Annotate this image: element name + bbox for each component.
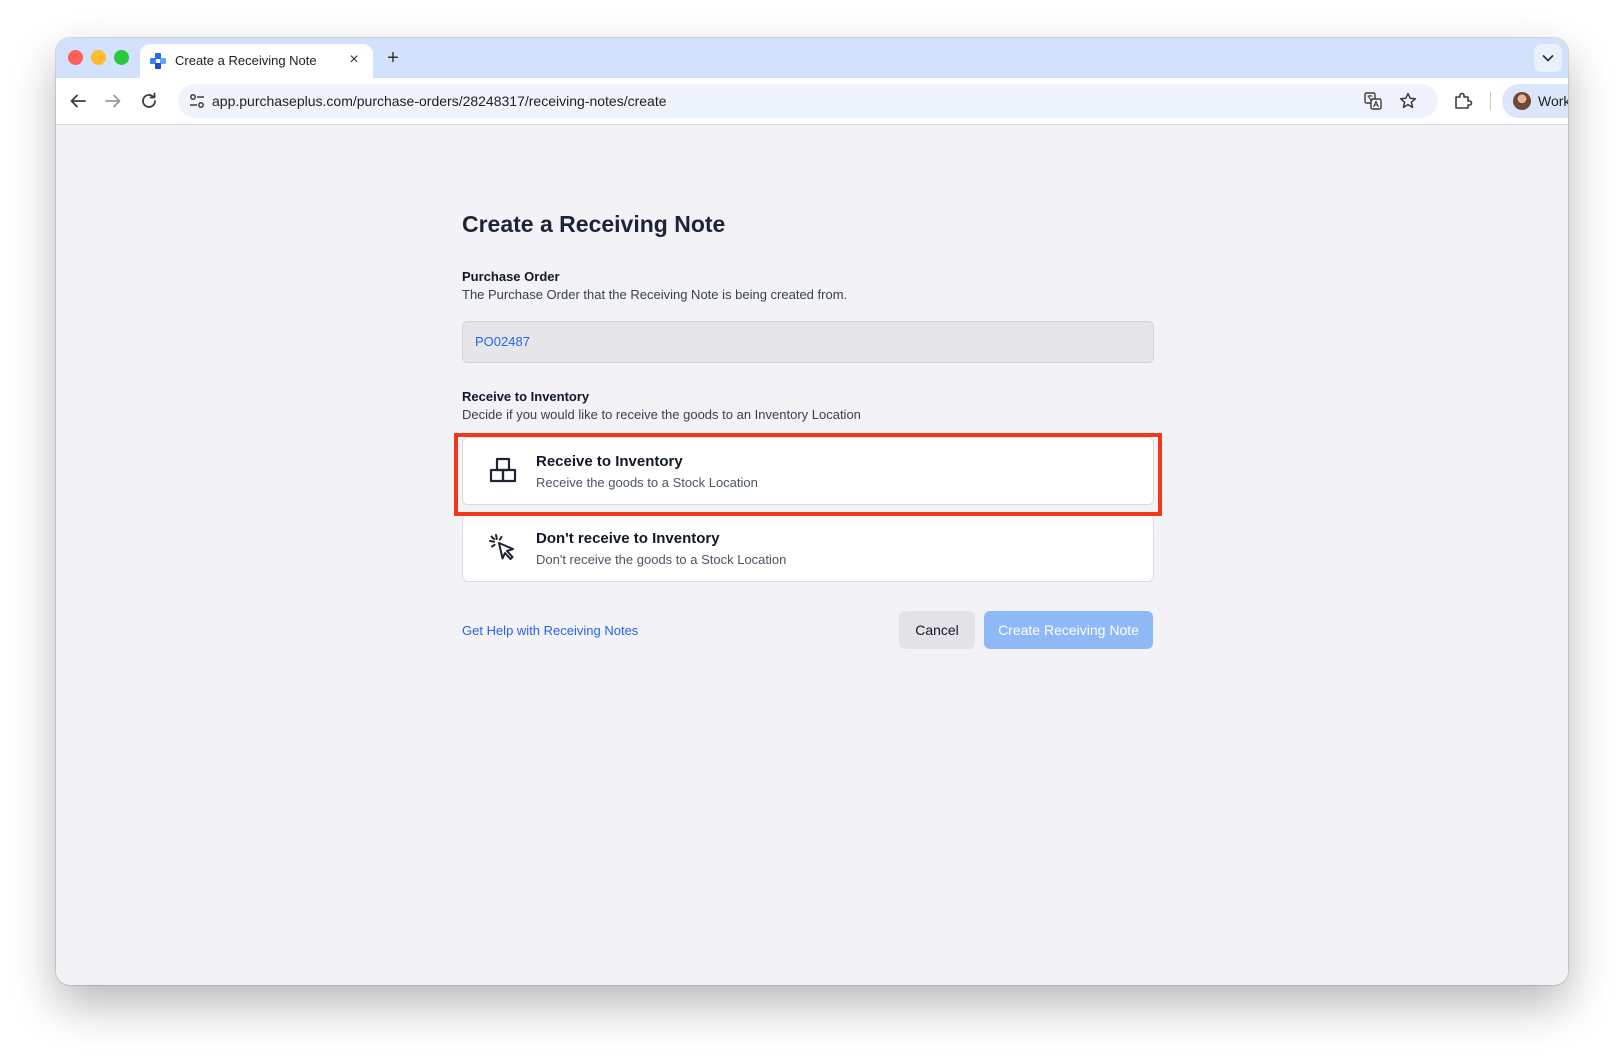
tab-title: Create a Receiving Note	[175, 53, 317, 68]
cursor-click-icon	[489, 534, 514, 560]
bookmark-star-icon[interactable]	[1398, 91, 1418, 111]
option-description: Receive the goods to a Stock Location	[536, 475, 758, 490]
profile-label: Work	[1538, 93, 1568, 109]
reload-icon[interactable]	[137, 89, 161, 113]
page-content: Create a Receiving Note Purchase Order T…	[56, 125, 1568, 985]
site-settings-icon[interactable]	[188, 92, 206, 110]
address-bar[interactable]: app.purchaseplus.com/purchase-orders/282…	[178, 84, 1438, 118]
purchaseplus-favicon-icon	[150, 53, 166, 69]
forward-arrow-icon[interactable]	[101, 89, 125, 113]
cancel-button[interactable]: Cancel	[899, 611, 975, 649]
avatar	[1513, 92, 1531, 110]
inventory-label: Receive to Inventory	[462, 389, 590, 404]
browser-tab-active[interactable]: Create a Receiving Note ×	[140, 44, 373, 78]
option-title: Don't receive to Inventory	[536, 530, 720, 547]
help-link[interactable]: Get Help with Receiving Notes	[462, 623, 638, 638]
option-description: Don't receive the goods to a Stock Locat…	[536, 552, 787, 567]
tab-strip: Create a Receiving Note × +	[56, 38, 1568, 78]
window-minimize-button[interactable]	[91, 50, 106, 65]
extensions-puzzle-icon[interactable]	[1452, 90, 1474, 112]
option-dont-receive-to-inventory[interactable]: Don't receive to Inventory Don't receive…	[462, 514, 1154, 582]
purchase-order-description: The Purchase Order that the Receiving No…	[462, 287, 848, 302]
window-zoom-button[interactable]	[114, 50, 129, 65]
boxes-icon	[489, 457, 517, 483]
profile-button[interactable]: Work	[1502, 84, 1568, 118]
chevron-down-icon	[1542, 55, 1554, 62]
purchase-order-label: Purchase Order	[462, 269, 560, 284]
inventory-description: Decide if you would like to receive the …	[462, 407, 861, 422]
purchase-order-field: PO02487	[462, 321, 1154, 363]
tab-close-icon[interactable]: ×	[344, 50, 364, 70]
back-arrow-icon[interactable]	[66, 89, 90, 113]
option-title: Receive to Inventory	[536, 453, 683, 470]
window-close-button[interactable]	[68, 50, 83, 65]
browser-window: Create a Receiving Note × + app.purchase…	[56, 38, 1568, 985]
browser-toolbar: app.purchaseplus.com/purchase-orders/282…	[56, 78, 1568, 125]
url-text[interactable]: app.purchaseplus.com/purchase-orders/282…	[212, 93, 667, 109]
page-title: Create a Receiving Note	[462, 211, 726, 237]
create-receiving-note-button[interactable]: Create Receiving Note	[984, 611, 1153, 649]
purchase-order-link[interactable]: PO02487	[475, 334, 530, 349]
new-tab-button[interactable]: +	[382, 47, 404, 69]
translate-icon[interactable]	[1364, 92, 1382, 110]
toolbar-divider	[1490, 92, 1491, 110]
option-receive-to-inventory[interactable]: Receive to Inventory Receive the goods t…	[462, 437, 1154, 505]
tab-search-button[interactable]	[1534, 44, 1562, 72]
